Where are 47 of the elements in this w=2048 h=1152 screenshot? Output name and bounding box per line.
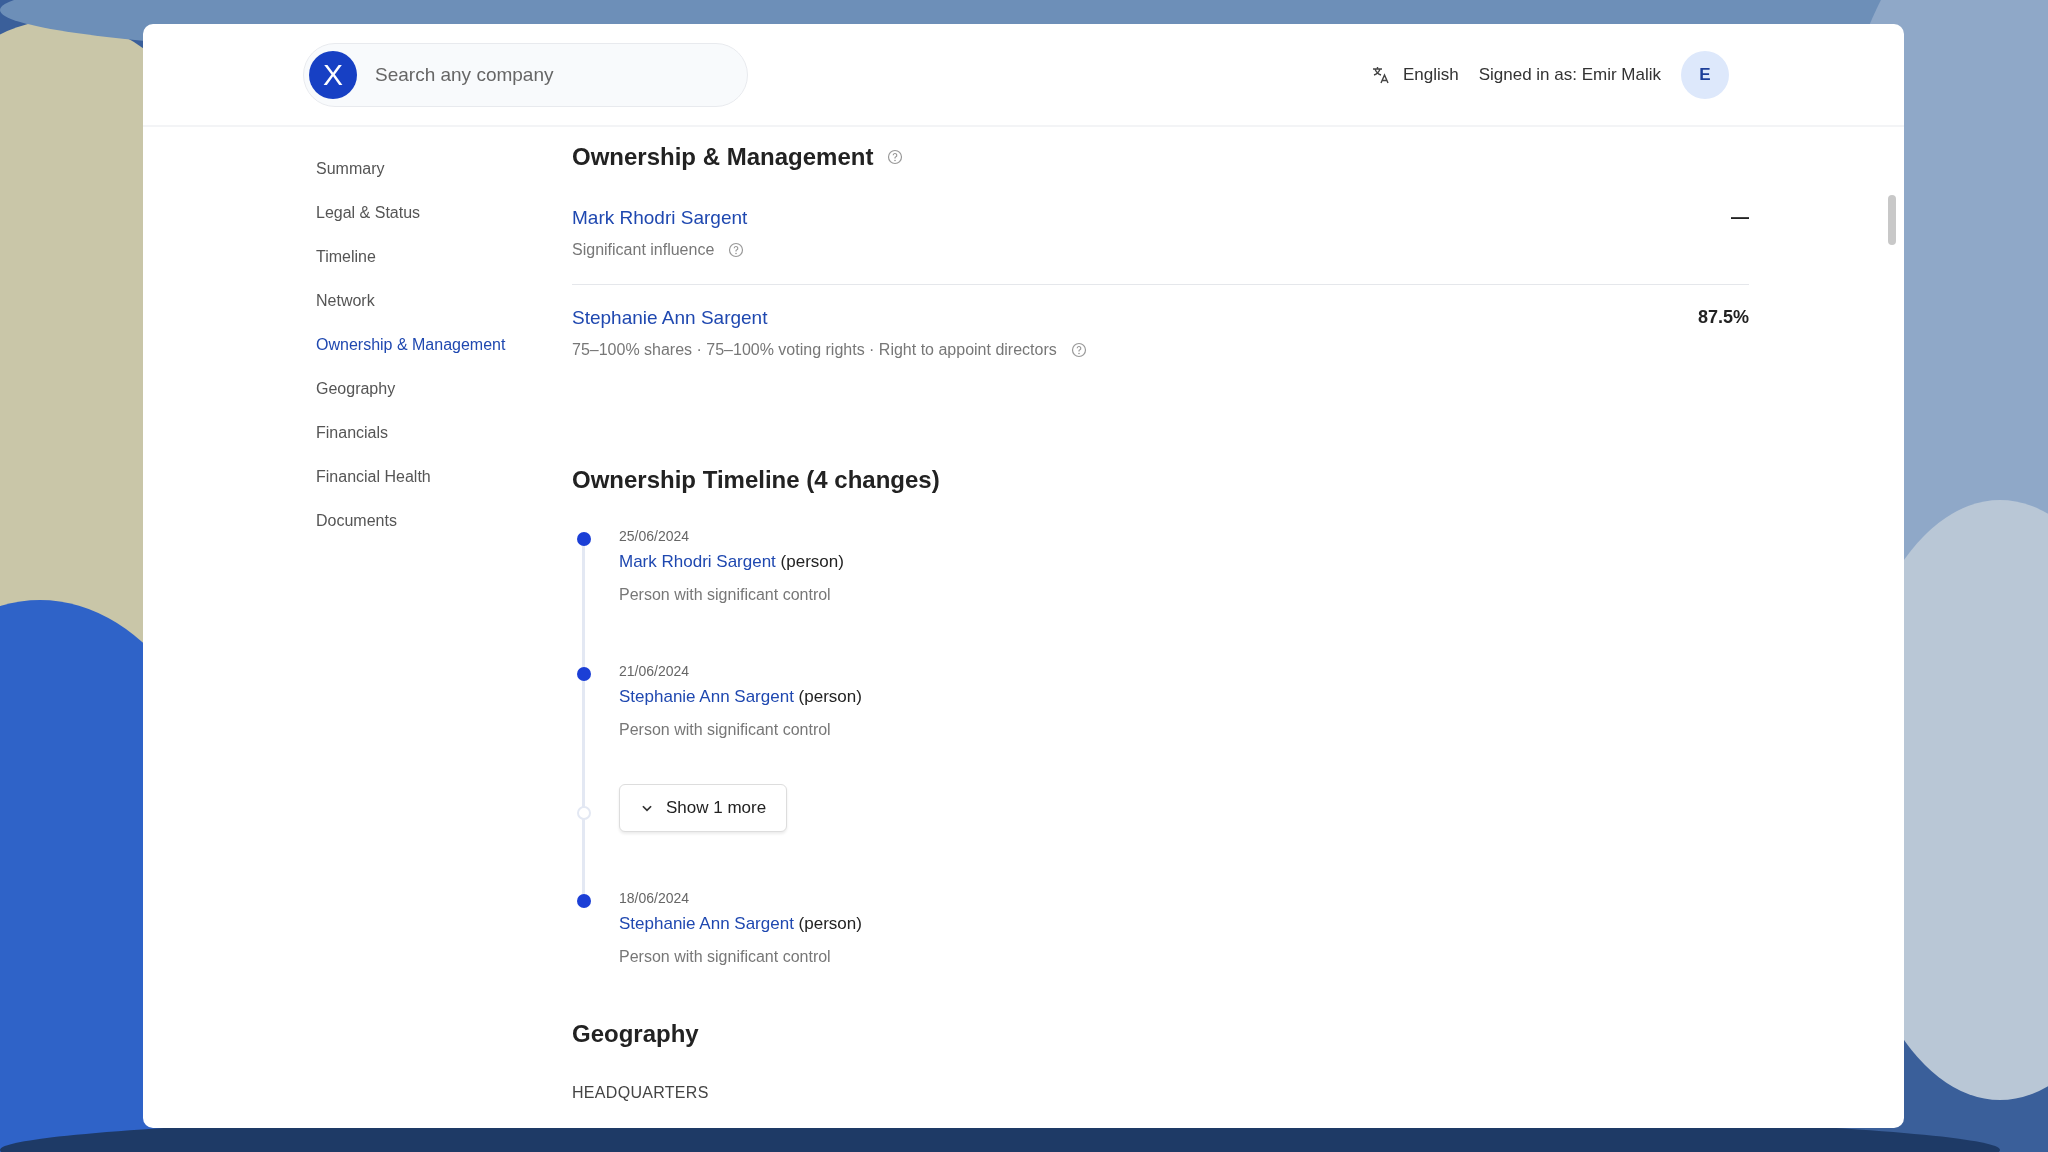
show-more-button[interactable]: Show 1 more: [619, 784, 788, 832]
ownership-value: 87.5%: [1697, 307, 1749, 328]
event-description: Person with significant control: [619, 721, 832, 739]
event-date: 25/06/2024: [619, 528, 691, 544]
person-link[interactable]: Stephanie Ann Sargent: [619, 687, 794, 706]
entity-type: (person): [779, 552, 844, 571]
owner-name-link[interactable]: Stephanie Ann Sargent: [572, 307, 1087, 329]
user-avatar[interactable]: E: [1681, 50, 1729, 99]
owner-detail: 75–100% shares · 75–100% voting rights · Right to appoint directors: [572, 341, 1057, 359]
entity-type: (person): [797, 914, 862, 933]
sidebar-item[interactable]: Geography: [316, 367, 396, 411]
event-date: 21/06/2024: [619, 663, 691, 679]
help-icon[interactable]: [1070, 342, 1087, 358]
logo[interactable]: X: [309, 50, 357, 99]
sidebar-item[interactable]: Network: [316, 279, 375, 323]
search-bar[interactable]: X Search any company: [303, 42, 748, 107]
section-title: Ownership & Management: [572, 143, 874, 171]
search-input[interactable]: Search any company: [373, 62, 693, 87]
timeline-dot: [577, 532, 591, 546]
ownership-value: —: [1731, 207, 1749, 228]
section-title: Geography: [572, 1020, 700, 1048]
language-selector[interactable]: English: [1402, 64, 1459, 85]
timeline-dot: [577, 806, 591, 820]
owner-detail: Significant influence: [572, 241, 715, 259]
sidebar-item[interactable]: Legal & Status: [316, 191, 421, 235]
owner-name-link[interactable]: Mark Rhodri Sargent: [572, 207, 748, 229]
signed-in-label: Signed in as: Emir Malik: [1478, 64, 1661, 85]
sidebar-item[interactable]: Ownership & Management: [316, 323, 506, 367]
scrollbar-thumb[interactable]: [1888, 195, 1896, 245]
translate-icon[interactable]: [1370, 64, 1391, 85]
help-icon[interactable]: [728, 242, 745, 258]
person-link[interactable]: Mark Rhodri Sargent: [619, 552, 776, 571]
event-description: Person with significant control: [619, 586, 832, 604]
sidebar-item[interactable]: Documents: [316, 499, 397, 543]
section-title: Ownership Timeline (4 changes): [572, 466, 941, 494]
sidebar-item[interactable]: Timeline: [316, 235, 376, 279]
event-date: 18/06/2024: [619, 890, 691, 906]
entity-type: (person): [797, 687, 862, 706]
timeline-dot: [577, 894, 591, 908]
help-icon[interactable]: [887, 149, 904, 165]
sidebar-item[interactable]: Financial Health: [316, 455, 431, 499]
event-description: Person with significant control: [619, 948, 832, 966]
sidebar-item[interactable]: Financials: [316, 411, 389, 455]
person-link[interactable]: Stephanie Ann Sargent: [619, 914, 794, 933]
timeline-dot: [577, 667, 591, 681]
subsection-label: HEADQUARTERS: [572, 1084, 710, 1102]
sidebar-item[interactable]: Summary: [316, 147, 385, 191]
